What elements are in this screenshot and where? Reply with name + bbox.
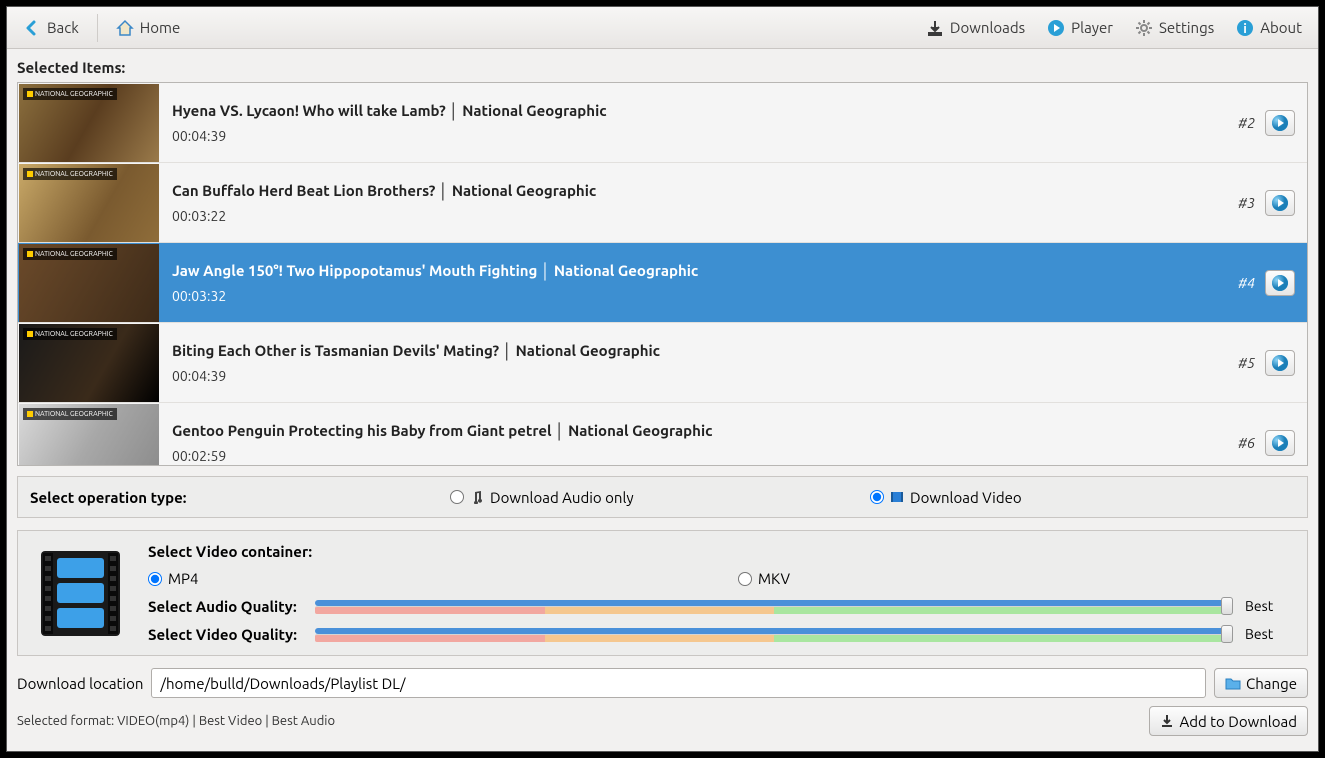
audio-quality-value: Best [1245, 598, 1295, 614]
svg-text:i: i [1243, 22, 1247, 36]
container-label: Select Video container: [148, 543, 1295, 560]
download-audio-label: Download Audio only [490, 489, 634, 506]
info-icon: i [1236, 19, 1254, 37]
video-duration: 00:03:32 [172, 288, 1226, 304]
downloads-button[interactable]: Downloads [918, 15, 1033, 41]
play-button[interactable] [1265, 110, 1295, 136]
home-icon [116, 19, 134, 37]
operation-label: Select operation type: [30, 489, 450, 506]
selected-items-list[interactable]: NATIONAL GEOGRAPHIC Hyena VS. Lycaon! Who… [17, 82, 1308, 466]
video-index: #5 [1238, 355, 1255, 371]
player-icon [1047, 19, 1065, 37]
download-video-option[interactable]: Download Video [870, 489, 1022, 506]
player-button[interactable]: Player [1039, 15, 1121, 41]
video-title: Can Buffalo Herd Beat Lion Brothers? │ N… [172, 182, 1226, 200]
mp4-option[interactable]: MP4 [148, 570, 698, 587]
download-location-label: Download location [17, 675, 143, 692]
video-thumbnail: NATIONAL GEOGRAPHIC [19, 324, 159, 402]
list-item[interactable]: NATIONAL GEOGRAPHIC Can Buffalo Herd Beat… [18, 163, 1307, 243]
mkv-radio[interactable] [738, 572, 752, 586]
play-icon [1271, 354, 1289, 372]
status-text: Selected format: VIDEO(mp4) | Best Video… [17, 714, 335, 728]
add-download-icon [1160, 714, 1174, 728]
home-button[interactable]: Home [108, 15, 188, 41]
back-label: Back [47, 19, 79, 36]
video-quality-value: Best [1245, 626, 1295, 642]
video-title: Jaw Angle 150°! Two Hippopotamus' Mouth … [172, 262, 1226, 280]
download-location-input[interactable] [151, 668, 1206, 698]
player-label: Player [1071, 19, 1113, 36]
play-button[interactable] [1265, 190, 1295, 216]
download-video-radio[interactable] [870, 490, 884, 504]
download-video-label: Download Video [910, 489, 1022, 506]
thumbnail-tag: NATIONAL GEOGRAPHIC [23, 88, 117, 100]
video-index: #3 [1238, 195, 1255, 211]
video-thumbnail: NATIONAL GEOGRAPHIC [19, 164, 159, 242]
play-icon [1271, 274, 1289, 292]
video-index: #6 [1238, 435, 1255, 451]
audio-quality-label: Select Audio Quality: [148, 598, 303, 615]
list-item[interactable]: NATIONAL GEOGRAPHIC Hyena VS. Lycaon! Who… [18, 83, 1307, 163]
thumbnail-tag: NATIONAL GEOGRAPHIC [23, 328, 117, 340]
play-icon [1271, 194, 1289, 212]
audio-quality-slider[interactable] [315, 597, 1233, 615]
toolbar: Back Home Downloads Player Settings i Ab… [7, 7, 1318, 49]
mp4-label: MP4 [168, 570, 198, 587]
back-arrow-icon [23, 19, 41, 37]
change-location-button[interactable]: Change [1214, 668, 1308, 698]
video-title: Biting Each Other is Tasmanian Devils' M… [172, 342, 1226, 360]
list-item[interactable]: NATIONAL GEOGRAPHIC Jaw Angle 150°! Two H… [18, 243, 1307, 323]
download-audio-option[interactable]: Download Audio only [450, 489, 870, 506]
operation-type-row: Select operation type: Download Audio on… [17, 476, 1308, 518]
music-note-icon [470, 490, 484, 504]
thumbnail-tag: NATIONAL GEOGRAPHIC [23, 168, 117, 180]
mkv-option[interactable]: MKV [738, 570, 790, 587]
video-index: #4 [1238, 275, 1255, 291]
change-label: Change [1246, 675, 1297, 692]
download-audio-radio[interactable] [450, 490, 464, 504]
video-duration: 00:04:39 [172, 128, 1226, 144]
video-quality-slider[interactable] [315, 625, 1233, 643]
about-label: About [1260, 19, 1302, 36]
video-thumbnail: NATIONAL GEOGRAPHIC [19, 404, 159, 466]
video-title: Gentoo Penguin Protecting his Baby from … [172, 422, 1226, 440]
toolbar-separator [97, 14, 98, 42]
back-button[interactable]: Back [15, 15, 87, 41]
gear-icon [1135, 19, 1153, 37]
folder-icon [1225, 676, 1241, 690]
download-icon [926, 19, 944, 37]
settings-button[interactable]: Settings [1127, 15, 1222, 41]
play-button[interactable] [1265, 430, 1295, 456]
add-download-label: Add to Download [1179, 713, 1297, 730]
video-duration: 00:02:59 [172, 448, 1226, 464]
video-slider-handle[interactable] [1221, 625, 1233, 643]
downloads-label: Downloads [950, 19, 1025, 36]
film-reel-icon [30, 543, 130, 643]
selected-items-label: Selected Items: [7, 49, 1318, 82]
add-to-download-button[interactable]: Add to Download [1149, 706, 1308, 736]
play-icon [1271, 114, 1289, 132]
list-item[interactable]: NATIONAL GEOGRAPHIC Gentoo Penguin Protec… [18, 403, 1307, 466]
video-thumbnail: NATIONAL GEOGRAPHIC [19, 244, 159, 322]
play-button[interactable] [1265, 270, 1295, 296]
settings-label: Settings [1159, 19, 1214, 36]
play-icon [1271, 434, 1289, 452]
video-quality-label: Select Video Quality: [148, 626, 303, 643]
thumbnail-tag: NATIONAL GEOGRAPHIC [23, 408, 117, 420]
video-index: #2 [1238, 115, 1255, 131]
about-button[interactable]: i About [1228, 15, 1310, 41]
mp4-radio[interactable] [148, 572, 162, 586]
video-title: Hyena VS. Lycaon! Who will take Lamb? │ … [172, 102, 1226, 120]
thumbnail-tag: NATIONAL GEOGRAPHIC [23, 248, 117, 260]
home-label: Home [140, 19, 180, 36]
audio-slider-handle[interactable] [1221, 597, 1233, 615]
video-config-panel: Select Video container: MP4 MKV Select A… [17, 530, 1308, 656]
play-button[interactable] [1265, 350, 1295, 376]
video-duration: 00:03:22 [172, 208, 1226, 224]
list-item[interactable]: NATIONAL GEOGRAPHIC Biting Each Other is … [18, 323, 1307, 403]
mkv-label: MKV [758, 570, 790, 587]
video-duration: 00:04:39 [172, 368, 1226, 384]
video-thumbnail: NATIONAL GEOGRAPHIC [19, 84, 159, 162]
film-icon [890, 490, 904, 504]
